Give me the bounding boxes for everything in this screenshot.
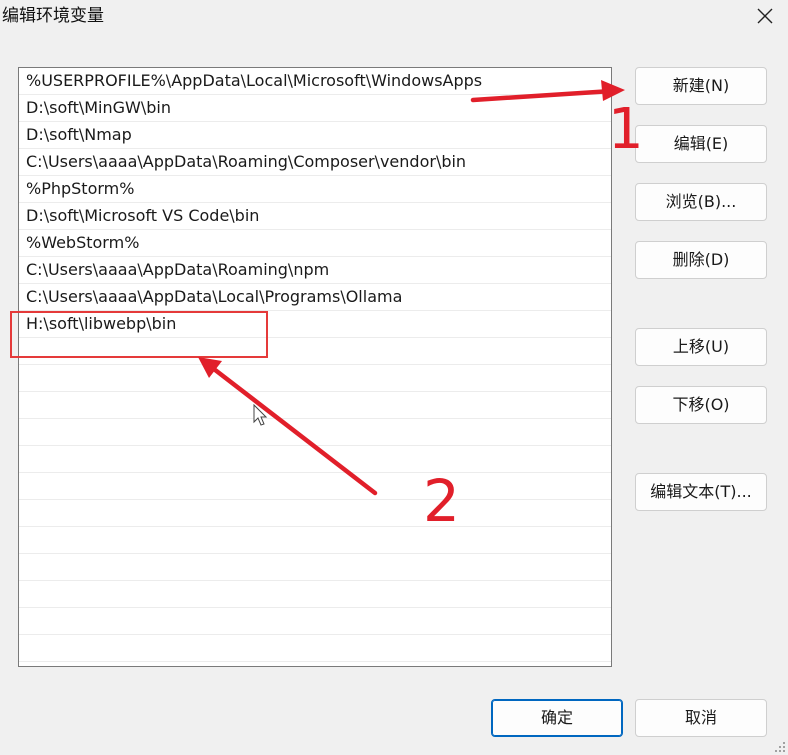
resize-grip-icon[interactable] — [774, 741, 786, 753]
arrow-1-icon — [470, 80, 625, 103]
step-2-label: 2 — [423, 467, 460, 535]
edit-environment-variable-dialog: 编辑环境变量 %USERPROFILE%\AppData\Local\Micro… — [0, 0, 788, 755]
step-1-label: 1 — [608, 97, 644, 162]
arrow-2-icon — [198, 357, 378, 496]
annotation-arrows — [198, 80, 625, 496]
